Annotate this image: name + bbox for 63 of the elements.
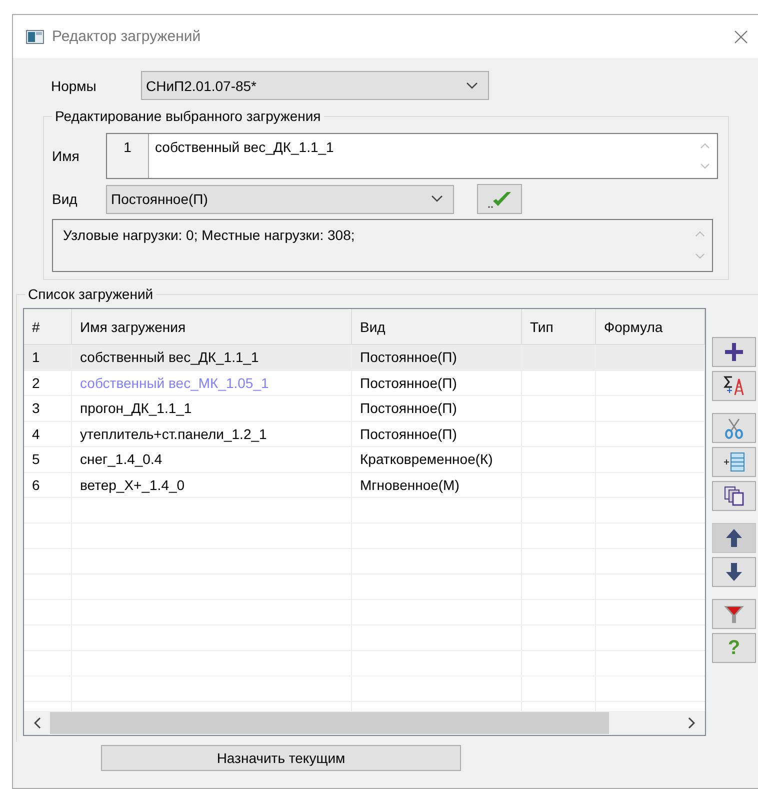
assign-button[interactable]: Назначить текущим	[101, 745, 461, 771]
table-row[interactable]: 3 прогон_ДК_1.1_1 Постоянное(П)	[24, 396, 705, 422]
table-row[interactable]: 1 собственный вес_ДК_1.1_1 Постоянное(П)	[24, 345, 705, 370]
name-field[interactable]: 1 собственный вес_ДК_1.1_1	[106, 133, 718, 179]
norms-dropdown[interactable]: СНиП2.01.07-85*	[141, 71, 489, 100]
table-cell: ветер_X+_1.4_0	[72, 472, 352, 498]
table-cell: Постоянное(П)	[352, 422, 522, 447]
toolbar-button[interactable]	[712, 337, 756, 367]
table-cell: 2	[24, 370, 72, 396]
table-row[interactable]: 6 ветер_X+_1.4_0 Мгновенное(М)	[24, 472, 705, 498]
arrow-up-icon	[723, 527, 745, 549]
window-title: Редактор загружений	[52, 28, 202, 45]
column-header[interactable]: #	[24, 309, 72, 344]
table-cell: Постоянное(П)	[352, 370, 522, 396]
table-cell: 1	[24, 345, 72, 370]
scrollbar-thumb[interactable]	[50, 712, 609, 734]
chevron-left-icon	[34, 717, 42, 729]
horizontal-scrollbar[interactable]	[24, 711, 705, 735]
scissors-icon	[723, 417, 745, 439]
table-row[interactable]: 4 утеплитель+ст.панели_1.2_1 Постоянное(П)	[24, 422, 705, 447]
insert-rows-icon	[723, 451, 745, 473]
chevron-right-icon	[687, 717, 695, 729]
table-cell: утеплитель+ст.панели_1.2_1	[72, 422, 352, 447]
toolbar-button[interactable]	[712, 557, 756, 587]
table-cell: снег_1.4_0.4	[72, 447, 352, 472]
toolbar-button[interactable]	[712, 523, 756, 553]
field-label: Имя	[52, 148, 80, 164]
filter-icon	[723, 603, 745, 625]
column-header[interactable]: Имя загружения	[72, 309, 352, 344]
copy-icon	[723, 485, 745, 507]
table-row[interactable]: 2 собственный вес_МК_1.05_1 Постоянное(П)	[24, 370, 705, 396]
field-label: Вид	[52, 191, 78, 207]
info-box: Узловые нагрузки: 0; Местные нагрузки: 308;	[52, 219, 713, 272]
plus-icon	[723, 341, 745, 363]
table-cell: 4	[24, 422, 72, 447]
table-cell: 6	[24, 472, 72, 498]
table-cell: 5	[24, 447, 72, 472]
table-cell: Мгновенное(М)	[352, 472, 522, 498]
sum-icon	[723, 375, 745, 397]
table-cell: прогон_ДК_1.1_1	[72, 396, 352, 422]
toolbar-button[interactable]	[712, 371, 756, 401]
table-cell: Постоянное(П)	[352, 396, 522, 422]
table-cell: Кратковременное(К)	[352, 447, 522, 472]
group-title: Список загружений	[25, 286, 156, 302]
table-cell: собственный вес_МК_1.05_1	[72, 370, 352, 396]
table-cell: Постоянное(П)	[352, 345, 522, 370]
toolbar-button[interactable]	[712, 481, 756, 511]
column-header[interactable]: Тип	[522, 309, 596, 344]
table-cell: собственный вес_ДК_1.1_1	[72, 345, 352, 370]
close-icon	[734, 30, 748, 44]
column-header[interactable]: Вид	[352, 309, 522, 344]
field-label: Нормы	[51, 78, 98, 94]
apply-button[interactable]	[477, 184, 522, 214]
chevron-down-icon	[466, 82, 478, 90]
group-title: Редактирование выбранного загружения	[52, 108, 324, 124]
column-header[interactable]: Формула	[596, 309, 705, 344]
chevron-down-icon	[431, 195, 443, 203]
table-row[interactable]: 5 снег_1.4_0.4 Кратковременное(К)	[24, 447, 705, 472]
window-icon	[26, 30, 44, 44]
checkmark-icon	[486, 189, 512, 209]
arrow-down-icon	[723, 561, 745, 583]
type-dropdown[interactable]: Постоянное(П)	[106, 184, 454, 214]
table-cell: 3	[24, 396, 72, 422]
